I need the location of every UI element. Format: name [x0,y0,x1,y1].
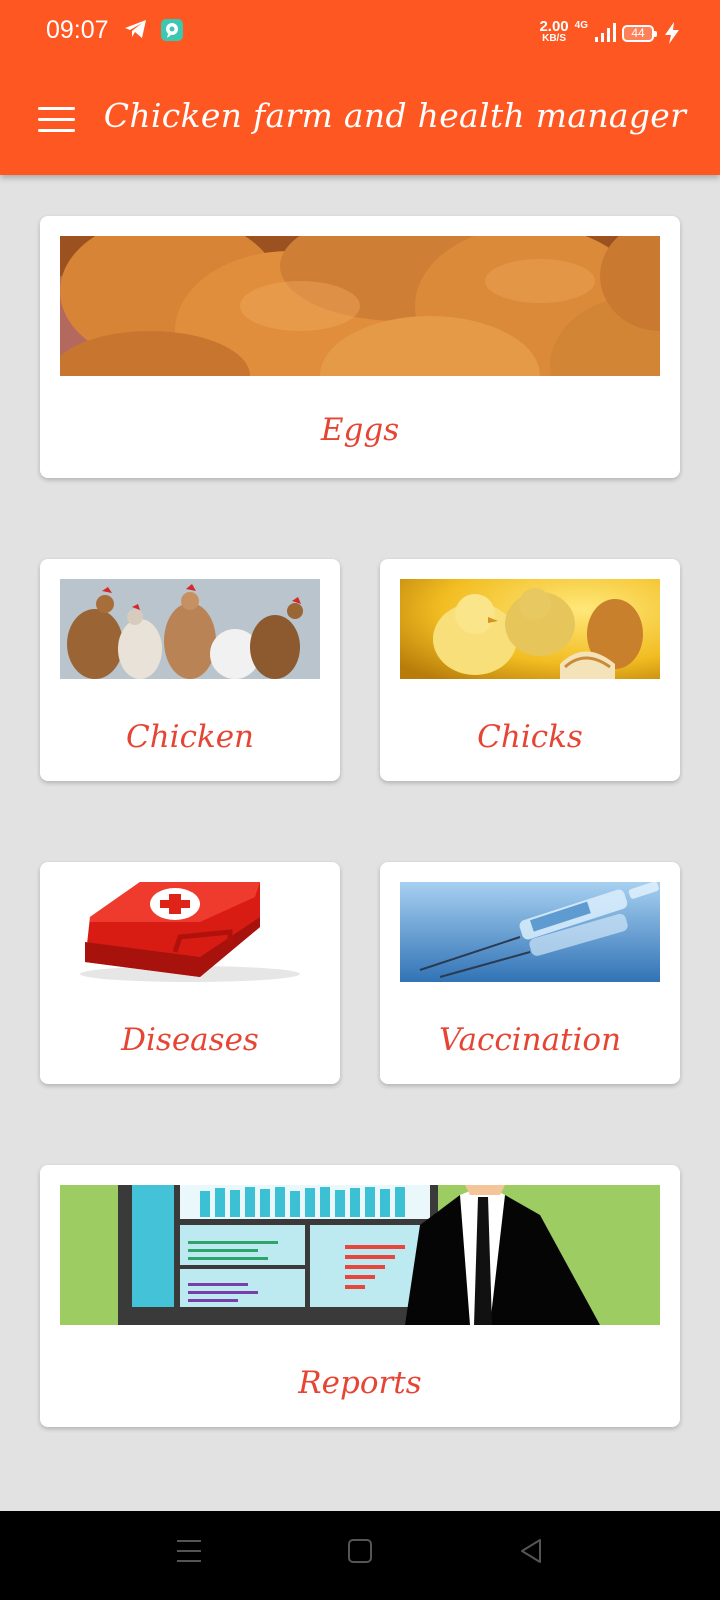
charging-bolt-icon [665,22,679,44]
app-title: Chicken farm and health manager [103,96,687,135]
back-icon[interactable] [518,1537,544,1565]
chicks-card[interactable]: Chicks [380,559,680,781]
battery-level: 44 [631,26,645,40]
app-bar: 09:07 2.00 KB/S 4G 44 Chicken farm and h… [0,0,720,175]
chicks-photo [400,579,660,679]
status-time: 09:07 [46,16,109,44]
recents-icon[interactable] [176,1537,202,1565]
network-type: 4G [574,20,588,31]
eggs-label: Eggs [320,412,400,448]
reports-label: Reports [298,1365,422,1401]
diseases-card[interactable]: Diseases [40,862,340,1084]
battery-indicator: 44 [622,24,657,42]
diseases-label: Diseases [121,1022,259,1058]
home-icon[interactable] [347,1537,373,1565]
reports-dashboard-illustration [60,1185,660,1325]
vaccination-label: Vaccination [438,1022,622,1058]
status-indicators: 2.00 KB/S 4G 44 [539,16,680,50]
eggs-card[interactable]: Eggs [40,216,680,478]
menu-button[interactable] [30,100,82,140]
network-speed: 2.00 KB/S [539,18,569,45]
chicken-label: Chicken [125,719,255,755]
first-aid-kit-photo [60,882,320,982]
reports-card[interactable]: Reports [40,1165,680,1427]
vaccination-card[interactable]: Vaccination [380,862,680,1084]
syringe-photo [400,882,660,982]
chat-bubble-icon [161,19,183,41]
network-speed-unit: KB/S [542,33,566,44]
chicken-card[interactable]: Chicken [40,559,340,781]
signal-icon [595,23,616,42]
chicks-label: Chicks [477,719,583,755]
hens-photo [60,579,320,679]
system-navigation-bar [0,1511,720,1600]
network-speed-value: 2.00 [539,18,569,35]
eggs-photo [60,236,660,376]
telegram-icon [125,20,146,38]
